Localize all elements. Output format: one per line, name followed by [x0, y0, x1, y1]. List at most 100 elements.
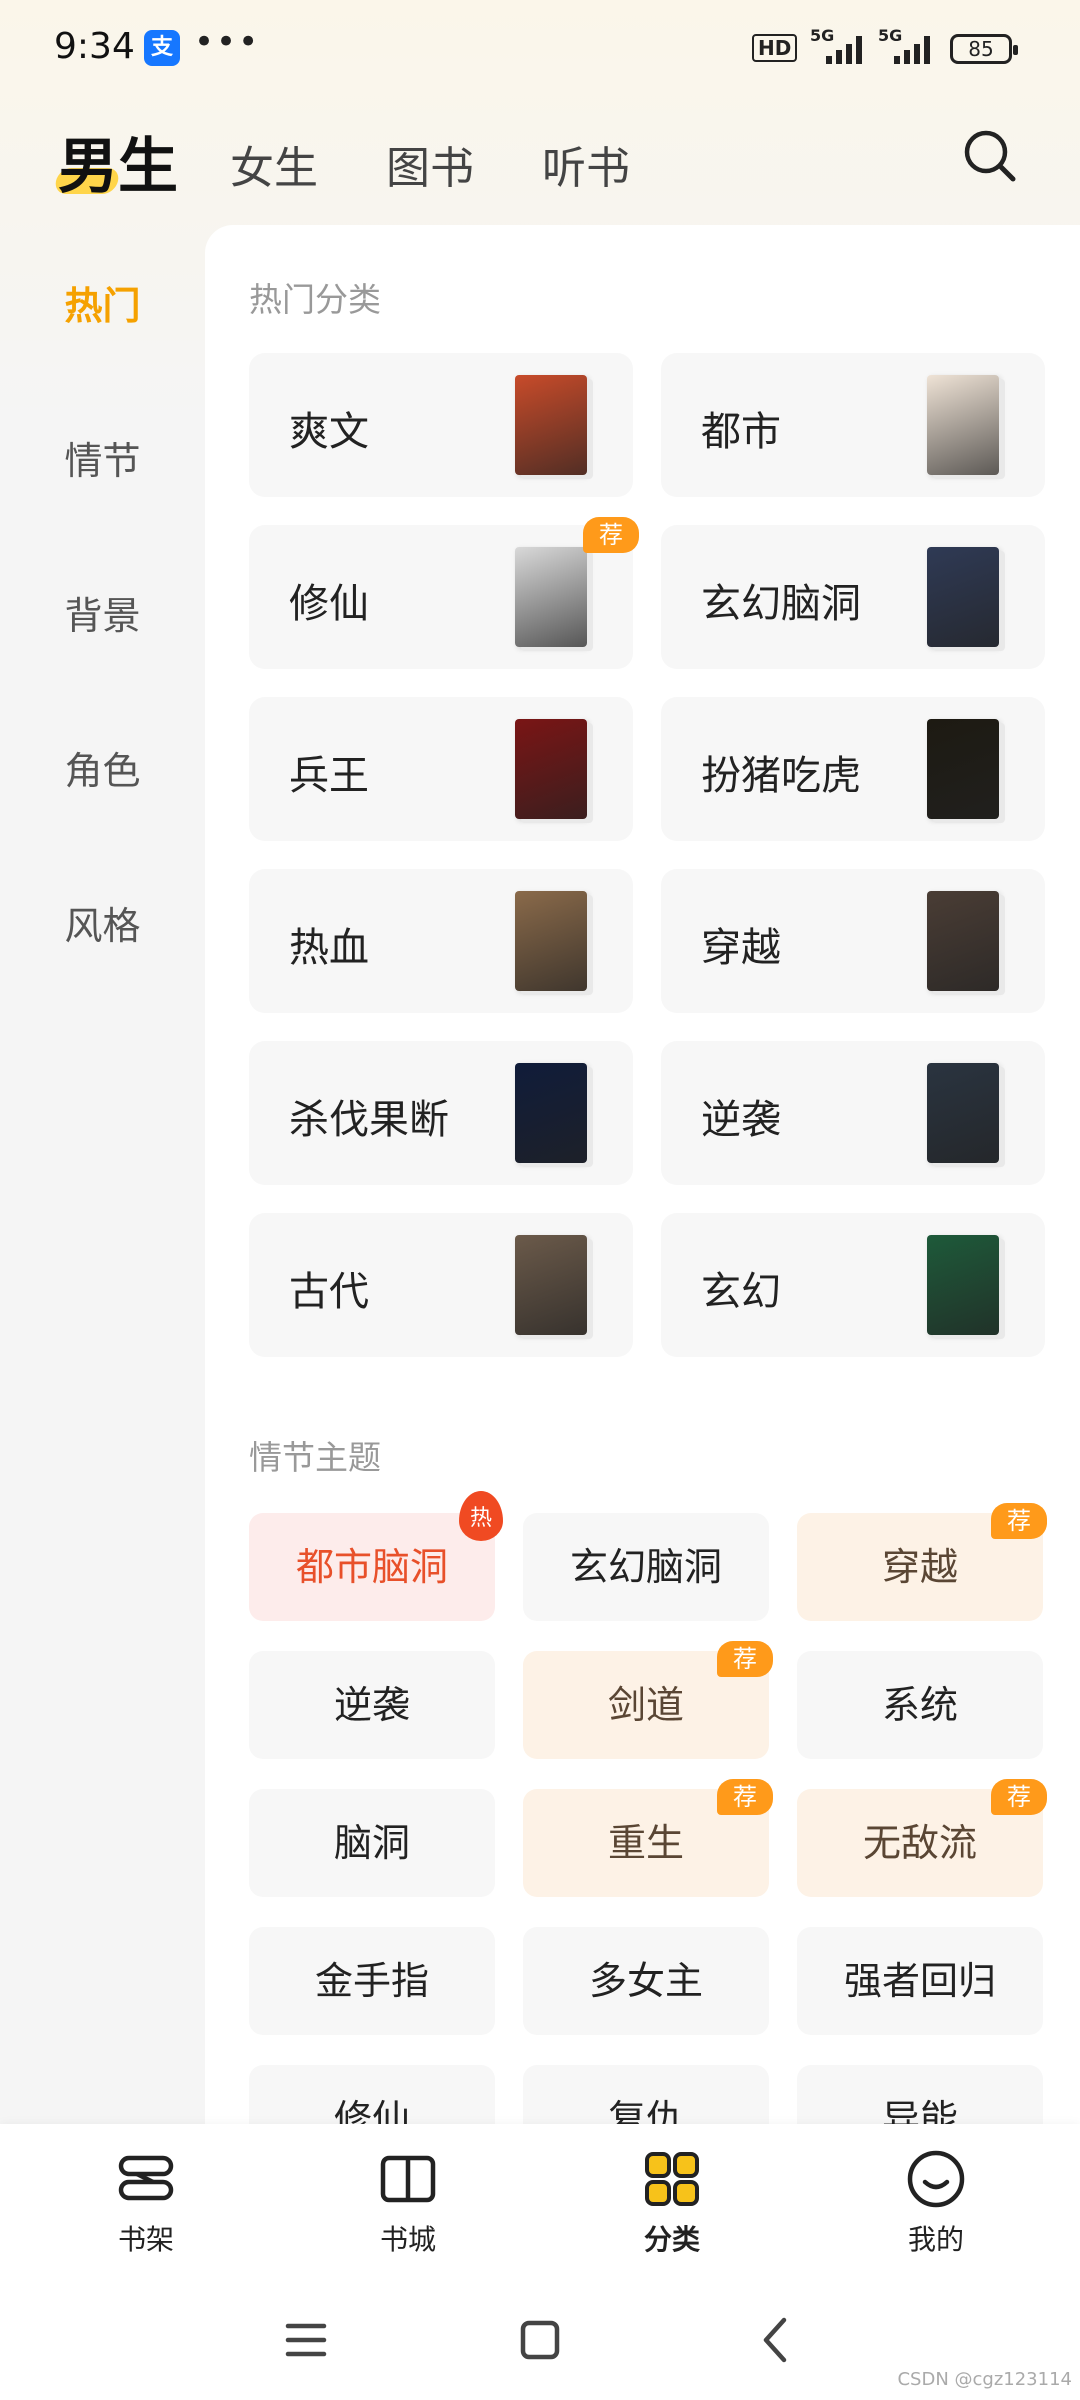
bottom-nav-category[interactable]: 分类: [602, 2148, 742, 2258]
category-card-label: 玄幻: [701, 1269, 781, 1315]
tab-male[interactable]: 男生: [58, 118, 178, 205]
category-card[interactable]: 兵王: [249, 697, 633, 841]
signal-icon-2: [894, 36, 930, 64]
recommend-badge: 荐: [717, 1641, 773, 1677]
signal-icon: [826, 36, 862, 64]
plot-theme-pill[interactable]: 玄幻脑洞: [523, 1513, 769, 1621]
category-card-label: 玄幻脑洞: [701, 581, 861, 627]
nav-item-plot[interactable]: 情节: [0, 430, 205, 485]
book-cover-image: [927, 1235, 999, 1335]
bottom-nav-label: 书城: [379, 2223, 436, 2256]
bottom-nav-bookstore[interactable]: 书城: [338, 2148, 478, 2258]
bottom-nav-label: 我的: [907, 2223, 964, 2256]
plot-theme-label: 剑道: [607, 1683, 684, 1727]
plot-theme-label: 玄幻脑洞: [569, 1545, 722, 1589]
category-card[interactable]: 玄幻: [661, 1213, 1045, 1357]
hd-voice-icon: HD: [752, 34, 798, 62]
book-cover-image: [927, 547, 999, 647]
tab-female[interactable]: 女生: [230, 132, 318, 196]
book-cover-image: [927, 375, 999, 475]
book-cover-image: [927, 719, 999, 819]
plot-theme-pill[interactable]: 穿越荐: [797, 1503, 1047, 1621]
alipay-icon: 支: [144, 30, 180, 66]
plot-theme-pill[interactable]: 逆袭: [249, 1651, 495, 1759]
category-grid-icon: [645, 2152, 699, 2206]
more-notifications-icon: •••: [194, 22, 261, 62]
category-card[interactable]: 热血: [249, 869, 633, 1013]
tab-audiobooks[interactable]: 听书: [542, 132, 630, 196]
book-cover-image: [515, 1235, 587, 1335]
plot-theme-label: 穿越: [881, 1545, 958, 1589]
nav-item-hot[interactable]: 热门: [0, 275, 205, 330]
category-card[interactable]: 逆袭: [661, 1041, 1045, 1185]
smile-face-icon: [907, 2150, 965, 2208]
category-card[interactable]: 爽文: [249, 353, 633, 497]
hot-badge: 热: [459, 1491, 503, 1541]
plot-theme-pill[interactable]: 脑洞: [249, 1789, 495, 1897]
category-card-label: 扮猪吃虎: [701, 753, 861, 799]
top-tab-bar: 男生 女生 图书 听书: [0, 110, 1080, 220]
menu-icon[interactable]: [276, 2310, 336, 2370]
back-icon[interactable]: [746, 2310, 806, 2370]
plot-theme-label: 多女主: [588, 1959, 703, 2003]
plot-theme-label: 强者回归: [843, 1959, 996, 2003]
category-card[interactable]: 古代: [249, 1213, 633, 1357]
section-title-plot-themes: 情节主题: [249, 1438, 381, 1477]
recommend-badge: 荐: [717, 1779, 773, 1815]
plot-theme-label: 系统: [881, 1683, 958, 1727]
book-cover-image: [515, 547, 587, 647]
book-cover-image: [515, 719, 587, 819]
category-card-label: 穿越: [701, 925, 781, 971]
plot-theme-pill[interactable]: 无敌流荐: [797, 1779, 1047, 1897]
recommend-badge: 荐: [583, 517, 639, 553]
category-card[interactable]: 都市: [661, 353, 1045, 497]
plot-theme-label: 都市脑洞: [295, 1545, 448, 1589]
plot-theme-pill[interactable]: 剑道荐: [523, 1641, 773, 1759]
plot-theme-pill[interactable]: 重生荐: [523, 1779, 773, 1897]
category-card-label: 爽文: [289, 409, 369, 455]
category-card-label: 兵王: [289, 753, 369, 799]
nav-item-background[interactable]: 背景: [0, 585, 205, 640]
category-card[interactable]: 修仙 荐: [249, 517, 639, 669]
plot-theme-pill[interactable]: 多女主: [523, 1927, 769, 2035]
status-bar: 9:34 支 ••• HD 5G 5G 85: [0, 0, 1080, 100]
category-card-label: 杀伐果断: [289, 1097, 449, 1143]
system-nav-bar: CSDN @cgz123114: [0, 2274, 1080, 2400]
category-card[interactable]: 穿越: [661, 869, 1045, 1013]
bookshelf-icon: [118, 2155, 174, 2201]
category-card[interactable]: 扮猪吃虎: [661, 697, 1045, 841]
book-cover-image: [515, 1063, 587, 1163]
plot-theme-label: 金手指: [314, 1959, 429, 2003]
plot-theme-label: 脑洞: [333, 1821, 410, 1865]
category-card[interactable]: 玄幻脑洞: [661, 525, 1045, 669]
watermark-text: CSDN @cgz123114: [897, 2369, 1072, 2390]
plot-theme-label: 无敌流: [862, 1821, 977, 1865]
recommend-badge: 荐: [991, 1779, 1047, 1815]
status-time: 9:34: [54, 26, 135, 67]
category-card-label: 修仙: [289, 581, 369, 627]
plot-theme-pill[interactable]: 强者回归: [797, 1927, 1043, 2035]
book-cover-image: [515, 375, 587, 475]
battery-icon: 85: [950, 34, 1018, 64]
plot-theme-pill[interactable]: 都市脑洞热: [249, 1491, 503, 1621]
category-card-label: 都市: [701, 409, 781, 455]
bottom-nav-label: 分类: [643, 2223, 700, 2256]
search-icon[interactable]: [962, 128, 1018, 184]
plot-theme-pill[interactable]: 系统: [797, 1651, 1043, 1759]
nav-item-role[interactable]: 角色: [0, 740, 205, 795]
book-open-icon: [380, 2155, 436, 2203]
plot-theme-label: 逆袭: [333, 1683, 410, 1727]
category-card-label: 逆袭: [701, 1097, 781, 1143]
nav-item-style[interactable]: 风格: [0, 895, 205, 950]
home-icon[interactable]: [510, 2310, 570, 2370]
book-cover-image: [927, 1063, 999, 1163]
bottom-nav-profile[interactable]: 我的: [866, 2148, 1006, 2258]
section-title-hot-categories: 热门分类: [249, 280, 381, 319]
category-card[interactable]: 杀伐果断: [249, 1041, 633, 1185]
bottom-nav-bar: 书架 书城 分类 我的: [0, 2124, 1080, 2274]
plot-theme-label: 重生: [607, 1821, 684, 1865]
plot-theme-pill[interactable]: 金手指: [249, 1927, 495, 2035]
book-cover-image: [927, 891, 999, 991]
bottom-nav-bookshelf[interactable]: 书架: [76, 2148, 216, 2258]
tab-books[interactable]: 图书: [386, 132, 474, 196]
